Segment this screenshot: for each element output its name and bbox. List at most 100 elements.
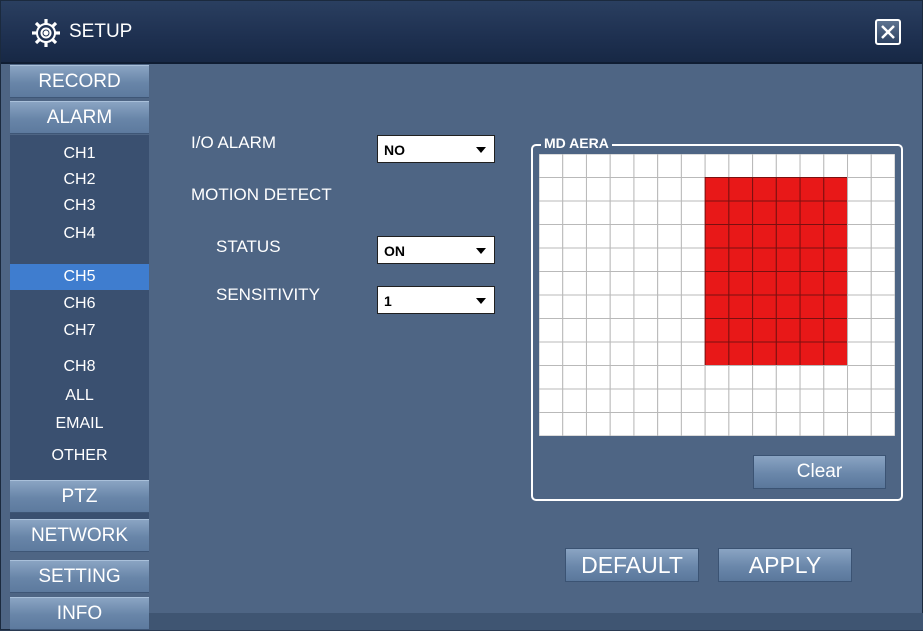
md-cell[interactable] (633, 318, 659, 343)
md-cell[interactable] (680, 200, 706, 225)
md-cell[interactable] (609, 224, 635, 249)
md-cell[interactable] (585, 177, 611, 202)
md-cell[interactable] (585, 412, 611, 437)
md-cell[interactable] (562, 412, 587, 437)
md-cell[interactable] (562, 294, 587, 319)
md-cell-selected[interactable] (728, 341, 754, 366)
md-cell-selected[interactable] (775, 318, 801, 343)
md-cell[interactable] (752, 388, 777, 413)
md-cell[interactable] (609, 341, 635, 366)
md-cell[interactable] (609, 247, 635, 272)
md-cell[interactable] (657, 365, 682, 390)
md-cell[interactable] (657, 318, 682, 343)
md-cell[interactable] (847, 271, 872, 296)
md-cell-selected[interactable] (775, 177, 801, 202)
md-cell[interactable] (562, 318, 587, 343)
md-cell-selected[interactable] (775, 271, 801, 296)
md-cell-selected[interactable] (823, 341, 849, 366)
md-cell[interactable] (633, 224, 659, 249)
md-cell-selected[interactable] (799, 294, 825, 319)
md-cell[interactable] (633, 200, 659, 225)
md-cell[interactable] (657, 271, 682, 296)
status-select[interactable]: ON (377, 236, 495, 264)
md-cell-selected[interactable] (799, 200, 825, 225)
md-cell-selected[interactable] (728, 177, 754, 202)
md-cell[interactable] (539, 318, 564, 343)
md-cell[interactable] (562, 154, 587, 178)
md-cell[interactable] (657, 247, 682, 272)
md-cell-selected[interactable] (775, 341, 801, 366)
md-cell[interactable] (633, 247, 659, 272)
md-cell[interactable] (823, 365, 849, 390)
md-cell[interactable] (562, 271, 587, 296)
md-cell-selected[interactable] (752, 200, 777, 225)
submenu-all[interactable]: ALL (10, 383, 149, 409)
md-cell[interactable] (680, 294, 706, 319)
md-cell[interactable] (775, 365, 801, 390)
md-cell-selected[interactable] (728, 200, 754, 225)
md-cell[interactable] (585, 318, 611, 343)
md-cell-selected[interactable] (704, 247, 730, 272)
md-cell[interactable] (562, 365, 587, 390)
md-cell[interactable] (870, 200, 895, 225)
md-cell[interactable] (680, 341, 706, 366)
md-cell[interactable] (847, 247, 872, 272)
nav-setting[interactable]: SETTING (10, 560, 149, 593)
md-cell[interactable] (704, 154, 730, 178)
md-cell[interactable] (847, 388, 872, 413)
md-cell[interactable] (775, 388, 801, 413)
md-cell[interactable] (609, 412, 635, 437)
md-cell-selected[interactable] (775, 247, 801, 272)
md-cell[interactable] (609, 294, 635, 319)
nav-record[interactable]: RECORD (10, 65, 149, 98)
md-cell-selected[interactable] (752, 177, 777, 202)
md-cell-selected[interactable] (704, 224, 730, 249)
md-cell-selected[interactable] (823, 318, 849, 343)
clear-button[interactable]: Clear (753, 455, 886, 489)
md-cell[interactable] (657, 177, 682, 202)
submenu-email[interactable]: EMAIL (10, 411, 149, 437)
md-cell[interactable] (562, 247, 587, 272)
md-cell[interactable] (870, 177, 895, 202)
md-cell-selected[interactable] (752, 224, 777, 249)
md-cell[interactable] (609, 318, 635, 343)
nav-network[interactable]: NETWORK (10, 519, 149, 552)
md-cell[interactable] (633, 271, 659, 296)
md-cell[interactable] (633, 177, 659, 202)
md-cell[interactable] (847, 154, 872, 178)
md-cell[interactable] (609, 177, 635, 202)
md-cell[interactable] (609, 388, 635, 413)
md-cell[interactable] (633, 412, 659, 437)
md-cell[interactable] (562, 224, 587, 249)
md-cell[interactable] (870, 388, 895, 413)
close-button[interactable] (875, 19, 901, 45)
md-cell[interactable] (680, 177, 706, 202)
md-cell[interactable] (562, 200, 587, 225)
md-cell[interactable] (728, 388, 754, 413)
md-cell[interactable] (680, 224, 706, 249)
md-cell[interactable] (847, 412, 872, 437)
md-cell[interactable] (657, 341, 682, 366)
md-cell-selected[interactable] (775, 294, 801, 319)
md-cell[interactable] (657, 412, 682, 437)
md-cell[interactable] (870, 247, 895, 272)
submenu-ch5[interactable]: CH5 (10, 264, 149, 290)
md-cell-selected[interactable] (728, 247, 754, 272)
md-cell[interactable] (539, 200, 564, 225)
submenu-ch2[interactable]: CH2 (10, 167, 149, 193)
md-cell[interactable] (633, 341, 659, 366)
md-cell-selected[interactable] (704, 294, 730, 319)
md-cell-selected[interactable] (752, 271, 777, 296)
md-cell[interactable] (633, 388, 659, 413)
md-cell[interactable] (704, 388, 730, 413)
md-cell[interactable] (823, 412, 849, 437)
md-cell[interactable] (633, 365, 659, 390)
md-cell[interactable] (657, 388, 682, 413)
md-cell-selected[interactable] (704, 177, 730, 202)
md-cell[interactable] (585, 388, 611, 413)
md-cell[interactable] (680, 412, 706, 437)
md-cell[interactable] (752, 412, 777, 437)
md-cell[interactable] (847, 224, 872, 249)
md-cell[interactable] (633, 154, 659, 178)
md-cell[interactable] (799, 412, 825, 437)
